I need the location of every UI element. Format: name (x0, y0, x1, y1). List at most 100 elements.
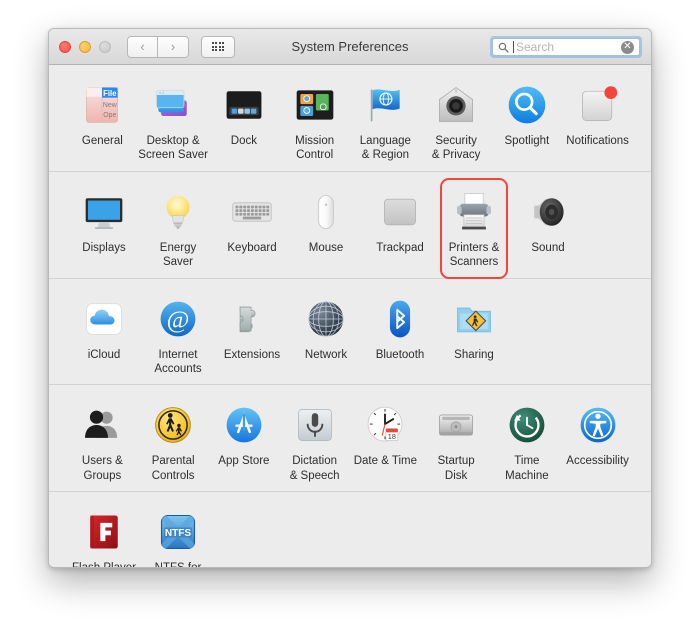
pref-item-internet-accounts[interactable]: @ Internet Accounts (141, 289, 215, 377)
svg-text:NTFS: NTFS (165, 528, 192, 539)
pref-item-accessibility[interactable]: Accessibility (562, 395, 633, 483)
pref-item-language-region[interactable]: Language & Region (350, 75, 421, 163)
pref-row-personal: File New Ope General Desktop & Screen Sa… (49, 65, 651, 172)
keyboard-icon (228, 188, 276, 236)
search-focus-ring: Search ✕ (490, 36, 642, 58)
pref-item-label: Dock (230, 135, 257, 147)
pref-item-extensions[interactable]: Extensions (215, 289, 289, 377)
dictation-speech-icon (291, 401, 339, 449)
general-icon: File New Ope (78, 81, 126, 129)
pref-item-mouse[interactable]: Mouse (289, 182, 363, 270)
pref-item-label: Extensions (223, 348, 281, 361)
trackpad-icon (376, 188, 424, 236)
displays-icon (80, 188, 128, 236)
svg-text:New: New (103, 102, 117, 109)
pref-item-label: Accessibility (566, 455, 629, 468)
close-button[interactable] (59, 40, 71, 53)
pref-row-hardware: Displays Energy Saver Keyboard Mouse Tra… (49, 172, 651, 279)
pref-item-label: Keyboard (227, 241, 277, 254)
startup-disk-icon (432, 401, 480, 449)
network-icon (302, 295, 350, 343)
pref-item-dictation-speech[interactable]: Dictation & Speech (279, 395, 350, 483)
svg-text:Ope: Ope (104, 112, 117, 119)
time-machine-icon (503, 401, 551, 449)
pref-item-notifications[interactable]: Notifications (562, 75, 633, 163)
pref-row-other: Flash Player NTFS NTFS for Mac OS X (49, 492, 651, 568)
pref-item-label: Internet Accounts (154, 348, 202, 375)
pref-item-label: Parental Controls (151, 455, 195, 482)
pref-item-general[interactable]: File New Ope General (67, 75, 138, 163)
pref-item-label: Users & Groups (81, 455, 123, 482)
traffic-lights (59, 40, 111, 53)
spotlight-icon (503, 81, 551, 129)
icloud-icon (80, 295, 128, 343)
pref-item-label: Dictation & Speech (289, 455, 340, 482)
pref-item-displays[interactable]: Displays (67, 182, 141, 270)
svg-text:File: File (103, 89, 117, 98)
pref-item-flash-player[interactable]: Flash Player (67, 502, 141, 568)
pref-item-label: Sharing (454, 348, 494, 361)
pref-item-users-groups[interactable]: Users & Groups (67, 395, 138, 483)
pref-item-label: iCloud (87, 348, 121, 361)
grid-icon (211, 41, 225, 52)
forward-button[interactable]: › (158, 35, 189, 58)
security-privacy-icon (432, 81, 480, 129)
back-button[interactable]: ‹ (127, 35, 158, 58)
pref-item-icloud[interactable]: iCloud (67, 289, 141, 377)
search-input[interactable]: Search ✕ (492, 38, 640, 56)
pref-row-internet-wireless: iCloud @ Internet Accounts Extensions Ne… (49, 279, 651, 386)
pref-item-trackpad[interactable]: Trackpad (363, 182, 437, 270)
date-time-icon: 18 (361, 401, 409, 449)
pref-item-label: NTFS for Mac OS X (154, 562, 202, 568)
pref-item-network[interactable]: Network (289, 289, 363, 377)
pref-item-label: App Store (218, 455, 270, 468)
pref-item-label: Mouse (308, 241, 344, 254)
pref-item-sound[interactable]: Sound (511, 182, 585, 270)
show-all-grid-button[interactable] (201, 35, 235, 58)
pref-item-sharing[interactable]: Sharing (437, 289, 511, 377)
printers-scanners-icon (450, 188, 498, 236)
pref-item-label: Network (304, 348, 348, 361)
pref-item-label: Flash Player (72, 562, 136, 568)
pref-item-label: Energy Saver (159, 241, 197, 269)
pref-item-label: Date & Time (353, 455, 418, 468)
clear-search-icon[interactable]: ✕ (621, 40, 634, 54)
pref-item-date-time[interactable]: 18 Date & Time (350, 395, 421, 483)
pref-item-label: Displays (82, 241, 126, 254)
bluetooth-icon (376, 295, 424, 343)
extensions-icon (228, 295, 276, 343)
pref-item-mission-control[interactable]: Mission Control (279, 75, 350, 163)
pref-item-bluetooth[interactable]: Bluetooth (363, 289, 437, 377)
pref-row-system: Users & Groups Parental Controls App Sto… (49, 385, 651, 492)
pref-item-security-privacy[interactable]: Security & Privacy (421, 75, 492, 163)
ntfs-icon: NTFS (154, 508, 202, 556)
zoom-button (99, 40, 111, 53)
pref-item-keyboard[interactable]: Keyboard (215, 182, 289, 270)
svg-text:18: 18 (388, 432, 396, 441)
parental-controls-icon (149, 401, 197, 449)
pref-item-label: Trackpad (376, 241, 424, 254)
search-icon (498, 42, 509, 53)
notifications-icon (574, 81, 622, 129)
pref-item-spotlight[interactable]: Spotlight (492, 75, 563, 163)
system-preferences-window: ‹ › System Preferences Search ✕ File New… (48, 28, 652, 568)
pref-item-label: Security & Privacy (431, 135, 481, 162)
internet-accounts-icon: @ (154, 295, 202, 343)
mission-control-icon (291, 81, 339, 129)
minimize-button[interactable] (79, 40, 91, 53)
accessibility-icon (574, 401, 622, 449)
pref-item-app-store[interactable]: App Store (209, 395, 280, 483)
pref-item-energy-saver[interactable]: Energy Saver (141, 182, 215, 270)
desktop-screensaver-icon (149, 81, 197, 129)
pref-item-desktop-screen-saver[interactable]: Desktop & Screen Saver (138, 75, 209, 163)
pref-item-label: Notifications (566, 135, 629, 147)
pref-item-parental-controls[interactable]: Parental Controls (138, 395, 209, 483)
pref-item-dock[interactable]: Dock (209, 75, 280, 163)
pref-item-label: General (81, 135, 123, 147)
text-cursor (513, 41, 514, 53)
pref-item-startup-disk[interactable]: Startup Disk (421, 395, 492, 483)
pref-item-ntfs-for-mac-os-x[interactable]: NTFS NTFS for Mac OS X (141, 502, 215, 568)
pref-item-printers-scanners[interactable]: Printers & Scanners (437, 177, 511, 279)
pref-item-time-machine[interactable]: Time Machine (492, 395, 563, 483)
users-groups-icon (78, 401, 126, 449)
